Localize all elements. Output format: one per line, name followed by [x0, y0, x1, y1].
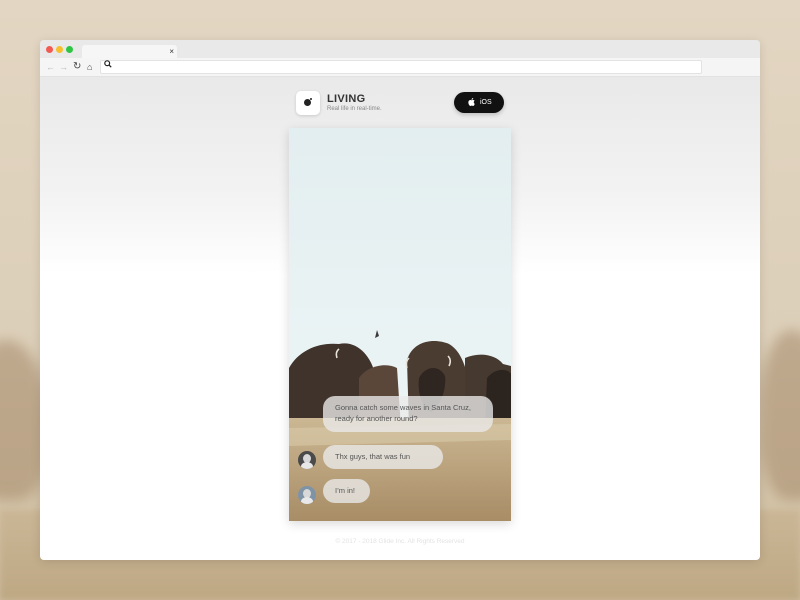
reload-icon[interactable]: ↻	[73, 60, 81, 74]
chat-bubble: Gonna catch some waves in Santa Cruz, re…	[323, 396, 493, 432]
close-tab-icon[interactable]: ×	[169, 45, 174, 58]
chat-bubble: Thx guys, that was fun	[323, 445, 443, 469]
avatar-body	[301, 462, 313, 469]
chat-message-text: I’m in!	[335, 486, 356, 495]
address-bar[interactable]	[100, 60, 702, 74]
app-logo[interactable]	[296, 91, 320, 115]
ios-download-button[interactable]: iOS	[454, 92, 504, 113]
apple-icon	[468, 92, 475, 113]
forward-icon[interactable]: →	[59, 60, 68, 74]
browser-toolbar: ← → ↻ ⌂	[40, 58, 760, 77]
browser-tab[interactable]: ×	[82, 45, 177, 58]
browser-titlebar: ×	[40, 40, 760, 58]
background-bison-right	[760, 330, 800, 500]
avatar-body	[301, 497, 313, 504]
back-icon[interactable]: ←	[46, 60, 55, 74]
avatar[interactable]	[298, 451, 316, 469]
browser-window: × ← → ↻ ⌂ LIVING Real life in real-time.…	[40, 40, 760, 560]
home-icon[interactable]: ⌂	[87, 60, 92, 74]
close-window-button[interactable]	[46, 46, 53, 53]
avatar[interactable]	[298, 486, 316, 504]
chat-message-text: Gonna catch some waves in Santa Cruz, re…	[335, 403, 471, 423]
search-icon	[104, 60, 112, 70]
ios-label: iOS	[480, 99, 492, 106]
logo-dot	[304, 99, 311, 106]
app-tagline: Real life in real-time.	[327, 106, 382, 112]
logo-dot-small	[310, 98, 312, 100]
minimize-window-button[interactable]	[56, 46, 63, 53]
maximize-window-button[interactable]	[66, 46, 73, 53]
chat-message-text: Thx guys, that was fun	[335, 452, 411, 461]
app-title: LIVING	[327, 93, 366, 105]
footer-copyright: © 2017 - 2018 Glide Inc. All Rights Rese…	[335, 538, 465, 545]
phone-preview: Gonna catch some waves in Santa Cruz, re…	[289, 128, 511, 521]
chat-bubble: I’m in!	[323, 479, 370, 503]
